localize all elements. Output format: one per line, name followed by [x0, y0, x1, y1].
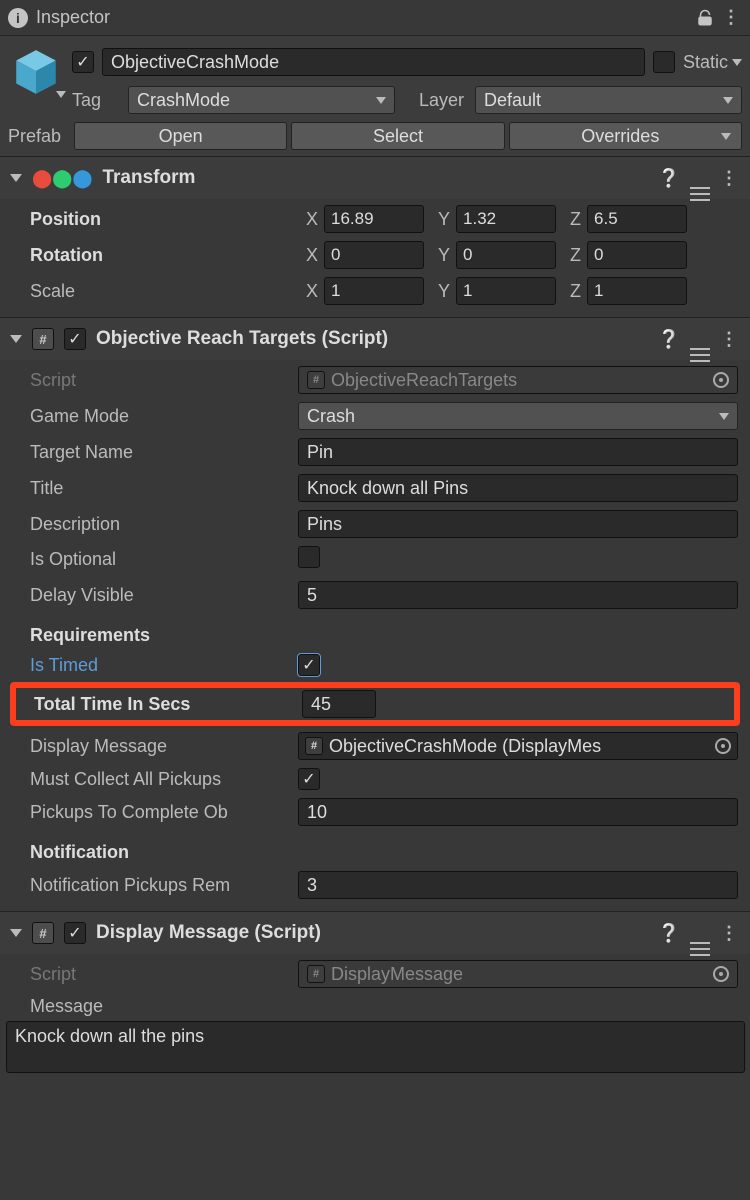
- inspector-title: Inspector: [36, 7, 110, 28]
- gameobject-header: Static Tag CrashMode Layer Default Pre: [0, 36, 750, 156]
- prefab-overrides-dropdown[interactable]: Overrides: [509, 122, 742, 150]
- rotation-x-input[interactable]: [324, 241, 424, 269]
- position-y-input[interactable]: [456, 205, 556, 233]
- message-label: Message: [12, 996, 292, 1017]
- transform-title: Transform: [102, 167, 195, 189]
- object-picker-icon[interactable]: [713, 372, 729, 388]
- delayvisible-label: Delay Visible: [12, 585, 292, 606]
- script-label: Script: [12, 370, 292, 391]
- scale-z-input[interactable]: [587, 277, 687, 305]
- displaymessage-title: Display Message (Script): [96, 922, 321, 944]
- context-menu-icon[interactable]: ⋮: [720, 923, 740, 944]
- objective-title: Objective Reach Targets (Script): [96, 328, 388, 350]
- notification-pickups-label: Notification Pickups Rem: [12, 875, 292, 896]
- rotation-label: Rotation: [12, 245, 292, 266]
- script-ref-icon: #: [307, 371, 325, 389]
- description-label: Description: [12, 514, 292, 535]
- gameobject-active-checkbox[interactable]: [72, 51, 94, 73]
- mustcollect-checkbox[interactable]: [298, 768, 320, 790]
- foldout-icon[interactable]: [10, 929, 22, 937]
- pickupcomplete-label: Pickups To Complete Ob: [12, 802, 292, 823]
- script-label: Script: [12, 964, 292, 985]
- position-x-input[interactable]: [324, 205, 424, 233]
- prefab-select-button[interactable]: Select: [291, 122, 504, 150]
- transform-icon: ⬤⬤⬤: [32, 168, 92, 189]
- pickupcomplete-input[interactable]: [298, 798, 738, 826]
- layer-dropdown[interactable]: Default: [475, 86, 742, 114]
- object-picker-icon[interactable]: [715, 738, 731, 754]
- scale-label: Scale: [12, 281, 292, 302]
- tag-label: Tag: [72, 90, 120, 111]
- displaymessage-header[interactable]: # Display Message (Script) ❔ ⋮: [0, 912, 750, 954]
- component-enable-checkbox[interactable]: [64, 922, 86, 944]
- istimed-label: Is Timed: [12, 655, 292, 676]
- mustcollect-label: Must Collect All Pickups: [12, 769, 292, 790]
- rotation-y-input[interactable]: [456, 241, 556, 269]
- object-picker-icon[interactable]: [713, 966, 729, 982]
- gamemode-dropdown[interactable]: Crash: [298, 402, 738, 430]
- objective-component: # Objective Reach Targets (Script) ❔ ⋮ S…: [0, 317, 750, 911]
- script-field: # DisplayMessage: [298, 960, 738, 988]
- script-ref-icon: #: [307, 965, 325, 983]
- notification-header: Notification: [12, 842, 292, 863]
- script-ref-icon: #: [305, 737, 323, 755]
- kebab-icon[interactable]: ⋮: [722, 7, 742, 28]
- prefab-open-button[interactable]: Open: [74, 122, 287, 150]
- help-icon[interactable]: ❔: [658, 168, 680, 189]
- targetname-input[interactable]: [298, 438, 738, 466]
- description-input[interactable]: [298, 510, 738, 538]
- component-enable-checkbox[interactable]: [64, 328, 86, 350]
- preset-icon[interactable]: [690, 168, 710, 189]
- highlighted-field: Total Time In Secs: [10, 682, 740, 726]
- prefab-label: Prefab: [8, 126, 70, 147]
- help-icon[interactable]: ❔: [658, 329, 680, 350]
- script-field: # ObjectiveReachTargets: [298, 366, 738, 394]
- isoptional-checkbox[interactable]: [298, 546, 320, 568]
- inspector-header: i Inspector ⋮: [0, 0, 750, 36]
- targetname-label: Target Name: [12, 442, 292, 463]
- displaymessage-component: # Display Message (Script) ❔ ⋮ Script # …: [0, 911, 750, 1088]
- position-label: Position: [12, 209, 292, 230]
- tag-dropdown[interactable]: CrashMode: [128, 86, 395, 114]
- scale-y-input[interactable]: [456, 277, 556, 305]
- delayvisible-input[interactable]: [298, 581, 738, 609]
- totaltime-input[interactable]: [302, 690, 376, 718]
- help-icon[interactable]: ❔: [658, 923, 680, 944]
- foldout-icon[interactable]: [10, 174, 22, 182]
- gamemode-label: Game Mode: [12, 406, 292, 427]
- position-z-input[interactable]: [587, 205, 687, 233]
- context-menu-icon[interactable]: ⋮: [720, 329, 740, 350]
- preset-icon[interactable]: [690, 329, 710, 350]
- static-checkbox[interactable]: [653, 51, 675, 73]
- transform-header[interactable]: ⬤⬤⬤ Transform ❔ ⋮: [0, 157, 750, 199]
- objective-header[interactable]: # Objective Reach Targets (Script) ❔ ⋮: [0, 318, 750, 360]
- layer-label: Layer: [419, 90, 467, 111]
- context-menu-icon[interactable]: ⋮: [720, 168, 740, 189]
- rotation-z-input[interactable]: [587, 241, 687, 269]
- displaymessage-label: Display Message: [12, 736, 292, 757]
- static-label[interactable]: Static: [683, 52, 742, 73]
- preset-icon[interactable]: [690, 923, 710, 944]
- script-icon: #: [32, 922, 54, 944]
- title-label: Title: [12, 478, 292, 499]
- info-icon: i: [8, 8, 28, 28]
- isoptional-label: Is Optional: [12, 549, 292, 570]
- displaymessage-ref[interactable]: # ObjectiveCrashMode (DisplayMes: [298, 732, 738, 760]
- gameobject-name-input[interactable]: [102, 48, 645, 76]
- istimed-checkbox[interactable]: [298, 654, 320, 676]
- prefab-cube-icon[interactable]: [8, 44, 64, 100]
- message-textarea[interactable]: [6, 1021, 745, 1073]
- transform-component: ⬤⬤⬤ Transform ❔ ⋮ Position X Y Z Rotatio…: [0, 156, 750, 317]
- title-input[interactable]: [298, 474, 738, 502]
- foldout-icon[interactable]: [10, 335, 22, 343]
- totaltime-label: Total Time In Secs: [16, 694, 296, 715]
- lock-icon[interactable]: [696, 9, 714, 27]
- scale-x-input[interactable]: [324, 277, 424, 305]
- requirements-header: Requirements: [12, 625, 292, 646]
- notification-pickups-input[interactable]: [298, 871, 738, 899]
- inspector-panel: i Inspector ⋮: [0, 0, 750, 1088]
- script-icon: #: [32, 328, 54, 350]
